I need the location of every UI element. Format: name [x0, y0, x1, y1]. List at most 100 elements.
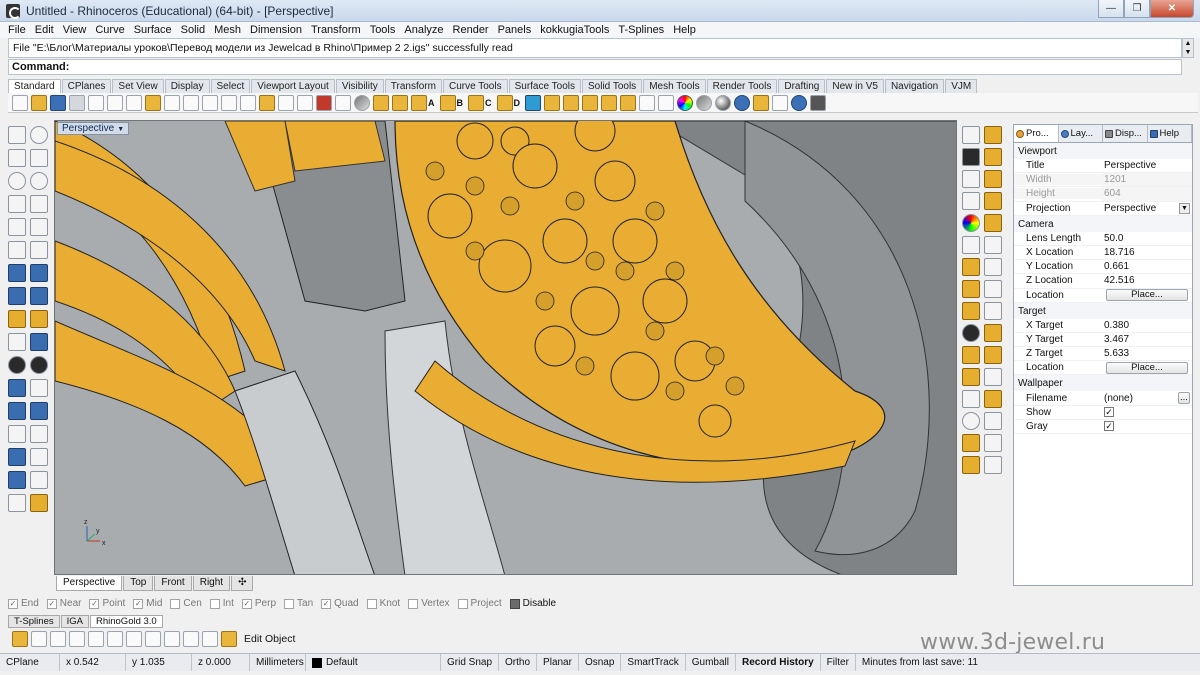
osnap-tan[interactable]: Tan — [284, 598, 313, 609]
render-sphere-icon[interactable] — [696, 94, 712, 111]
menu-tools[interactable]: Tools — [370, 24, 396, 36]
gem-black-icon[interactable] — [962, 148, 980, 166]
box-solid-icon[interactable] — [8, 287, 26, 305]
osnap-mid[interactable]: ✓ Mid — [133, 598, 162, 609]
text-object-icon[interactable] — [8, 356, 26, 374]
options-gear-icon[interactable] — [772, 94, 788, 111]
menu-render[interactable]: Render — [453, 24, 489, 36]
material-sphere-icon[interactable] — [715, 94, 731, 111]
tab-visibility[interactable]: Visibility — [335, 79, 384, 93]
check-icon[interactable] — [30, 471, 48, 489]
edit-object-label[interactable]: Edit Object — [244, 633, 295, 645]
array-icon[interactable] — [962, 236, 980, 254]
tab-curve-tools[interactable]: Curve Tools — [442, 79, 508, 93]
cut-icon[interactable] — [107, 94, 123, 111]
paste-icon[interactable] — [145, 94, 161, 111]
freeform-curve-icon[interactable] — [30, 218, 48, 236]
scatter-points-icon[interactable] — [984, 236, 1002, 254]
tab-rhinogold[interactable]: RhinoGold 3.0 — [89, 615, 163, 628]
osnap-quad-checkbox[interactable]: ✓ — [321, 598, 332, 609]
cube-icon[interactable] — [984, 170, 1002, 188]
vp-tab-right[interactable]: Right — [192, 576, 231, 591]
wireframe-sphere-icon[interactable] — [69, 631, 85, 647]
search-icon[interactable] — [984, 456, 1002, 474]
ungroup-icon[interactable] — [30, 425, 48, 443]
viewport-title-label[interactable]: Perspective ▼ — [57, 122, 130, 135]
menu-dimension[interactable]: Dimension — [250, 24, 302, 36]
analyze-icon[interactable] — [30, 448, 48, 466]
extrude-surface-icon[interactable] — [30, 264, 48, 282]
osnap-mid-checkbox[interactable]: ✓ — [133, 598, 144, 609]
gem-c-icon[interactable] — [468, 94, 484, 111]
brush-icon[interactable] — [962, 456, 980, 474]
x-location-field[interactable]: 18.716 — [1102, 246, 1192, 259]
panel-tab-help[interactable]: Help — [1148, 125, 1192, 142]
y-location-field[interactable]: 0.661 — [1102, 260, 1192, 273]
tab-render-tools[interactable]: Render Tools — [706, 79, 778, 93]
help-icon[interactable] — [791, 94, 807, 111]
gem-b-icon[interactable] — [439, 94, 456, 111]
tab-tsplines[interactable]: T-Splines — [8, 615, 60, 628]
toggle-record-history[interactable]: Record History — [736, 654, 821, 671]
z-target-field[interactable]: 5.633 — [1102, 347, 1192, 360]
chevron-down-icon[interactable]: ▼ — [1179, 202, 1190, 214]
move-icon[interactable] — [8, 333, 26, 351]
rebuild-icon[interactable] — [8, 448, 26, 466]
osnap-tan-checkbox[interactable] — [284, 598, 295, 609]
profile-icon[interactable] — [962, 368, 980, 386]
chain-link-icon[interactable] — [126, 631, 142, 647]
print-icon[interactable] — [69, 94, 85, 111]
menu-tsplines[interactable]: T-Splines — [618, 24, 664, 36]
offset-curve-icon[interactable] — [30, 241, 48, 259]
menu-help[interactable]: Help — [673, 24, 696, 36]
gear-icon[interactable] — [50, 631, 66, 647]
select-arrow-icon[interactable] — [8, 126, 26, 144]
copy-icon[interactable] — [126, 94, 142, 111]
tab-transform[interactable]: Transform — [384, 79, 442, 93]
osnap-project-checkbox[interactable] — [457, 598, 468, 609]
color-wheel-icon[interactable] — [677, 94, 693, 111]
tab-standard[interactable]: Standard — [8, 79, 61, 93]
new-file-icon[interactable] — [12, 94, 28, 111]
shield-gold-icon[interactable] — [984, 214, 1002, 232]
cutter-icon[interactable] — [984, 302, 1002, 320]
box-gem-icon[interactable] — [984, 412, 1002, 430]
x-target-field[interactable]: 0.380 — [1102, 319, 1192, 332]
menu-panels[interactable]: Panels — [498, 24, 532, 36]
rotate-icon[interactable] — [88, 631, 104, 647]
close-button[interactable]: ✕ — [1150, 0, 1194, 18]
osnap-int[interactable]: Int — [209, 598, 234, 609]
osnap-disable-checkbox[interactable] — [509, 598, 520, 609]
triangle-gem-icon[interactable] — [984, 390, 1002, 408]
pencil-icon[interactable] — [601, 94, 617, 111]
circle-icon[interactable] — [8, 172, 26, 190]
globe-icon[interactable] — [734, 94, 750, 111]
toggle-grid-snap[interactable]: Grid Snap — [441, 654, 500, 671]
dimension-icon[interactable] — [30, 356, 48, 374]
tab-cplanes[interactable]: CPlanes — [61, 79, 112, 93]
curve-points-icon[interactable] — [30, 149, 48, 167]
four-viewports-icon[interactable] — [297, 94, 313, 111]
camera-place-button[interactable]: Place... — [1106, 289, 1188, 302]
wrench-icon[interactable] — [107, 631, 123, 647]
status-layer[interactable]: Default — [306, 654, 441, 671]
channel-icon[interactable] — [984, 434, 1002, 452]
curve-on-surface-icon[interactable] — [962, 170, 980, 188]
import-icon[interactable] — [88, 94, 104, 111]
pave-icon[interactable] — [962, 258, 980, 276]
panel-tab-layers[interactable]: Lay... — [1059, 125, 1103, 142]
tab-navigation[interactable]: Navigation — [884, 79, 945, 93]
open-folder-icon[interactable] — [31, 94, 47, 111]
browse-button[interactable]: ... — [1178, 392, 1190, 405]
tab-mesh-tools[interactable]: Mesh Tools — [643, 79, 706, 93]
prong-set-icon[interactable] — [962, 302, 980, 320]
screen-icon[interactable] — [202, 631, 218, 647]
rhino-app-icon[interactable] — [6, 3, 21, 19]
menu-transform[interactable]: Transform — [311, 24, 361, 36]
ring-icon[interactable] — [582, 94, 598, 111]
tab-select[interactable]: Select — [210, 79, 251, 93]
mouse-icon[interactable] — [183, 631, 199, 647]
bezel-icon[interactable] — [563, 94, 579, 111]
tab-new-in-v5[interactable]: New in V5 — [826, 79, 884, 93]
setting-icon[interactable] — [962, 280, 980, 298]
